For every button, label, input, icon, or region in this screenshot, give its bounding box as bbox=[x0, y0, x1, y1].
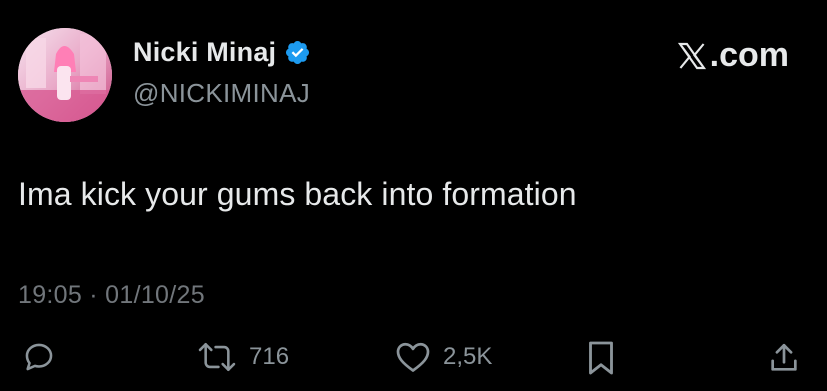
brand-domain-label: .com bbox=[709, 36, 789, 74]
share-icon bbox=[767, 340, 801, 376]
share-button[interactable] bbox=[767, 340, 801, 376]
bookmark-button[interactable] bbox=[586, 340, 616, 376]
x-logo-icon bbox=[676, 40, 708, 72]
retweet-button[interactable]: 716 bbox=[197, 340, 289, 374]
heart-icon bbox=[395, 340, 431, 374]
tweet-text: Ima kick your gums back into formation bbox=[18, 176, 577, 212]
author-handle[interactable]: @NICKIMINAJ bbox=[133, 78, 310, 109]
tweet-timestamp[interactable]: 19:05 · 01/10/25 bbox=[18, 281, 205, 310]
author-name[interactable]: Nicki Minaj bbox=[133, 37, 276, 68]
reply-icon bbox=[22, 340, 56, 374]
tweet-card: Nicki Minaj @NICKIMINAJ .com Ima kick yo… bbox=[0, 0, 827, 391]
author-name-row: Nicki Minaj bbox=[133, 37, 311, 68]
brand-logo: .com bbox=[676, 36, 789, 75]
verified-badge-icon bbox=[284, 39, 311, 66]
avatar-image bbox=[18, 28, 112, 122]
reply-button[interactable] bbox=[22, 340, 56, 374]
retweet-count: 716 bbox=[249, 343, 290, 370]
like-button[interactable]: 2,5K bbox=[395, 340, 492, 374]
action-bar: 716 2,5K bbox=[0, 340, 827, 384]
retweet-icon bbox=[197, 340, 237, 374]
like-count: 2,5K bbox=[443, 343, 493, 370]
avatar[interactable] bbox=[18, 28, 112, 122]
bookmark-icon bbox=[586, 340, 616, 376]
